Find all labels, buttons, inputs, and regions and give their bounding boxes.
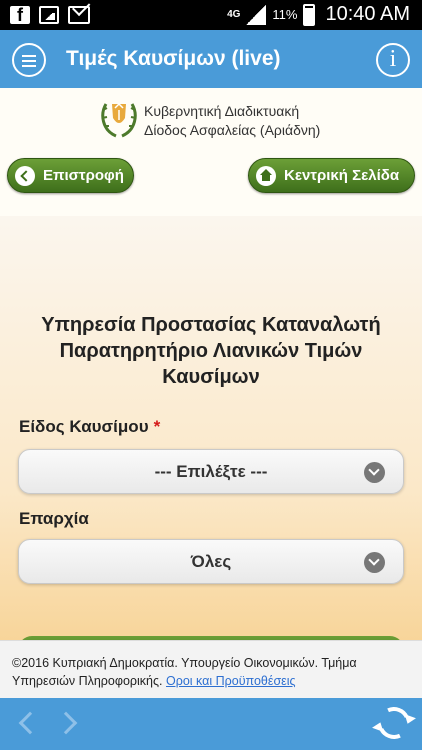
forward-arrow-icon[interactable] [54, 711, 78, 735]
fuel-type-select-value: --- Επιλέξτε --- [154, 461, 268, 481]
main-content: Υπηρεσία Προστασίας Καταναλωτή Παρατηρητ… [0, 216, 422, 656]
required-marker: * [153, 417, 161, 436]
logo-text-line2: Δίοδος Ασφαλείας (Αριάδνη) [144, 122, 321, 138]
terms-link[interactable]: Οροι και Προϋποθέσεις [166, 674, 296, 688]
footer: ©2016 Κυπριακή Δημοκρατία. Υπουργείο Οικ… [0, 640, 422, 698]
title-line3: Καυσίμων [162, 366, 260, 388]
mail-icon [68, 6, 90, 24]
home-icon [256, 165, 276, 186]
network-type: 4G [227, 8, 241, 20]
chevron-down-icon [364, 462, 385, 483]
page-header: Κυβερνητική Διαδικτυακή Δίοδος Ασφαλείας… [0, 88, 422, 216]
home-button-label: Κεντρική Σελίδα [284, 167, 400, 184]
facebook-icon [10, 5, 30, 26]
fuel-type-label-text: Είδος Καυσίμου [19, 417, 149, 436]
signal-icon [246, 4, 267, 25]
battery-percent: 11% [272, 7, 298, 22]
battery-icon [303, 3, 316, 26]
chevron-down-icon [364, 552, 385, 573]
page-title: Υπηρεσία Προστασίας Καταναλωτή Παρατηρητ… [10, 312, 412, 390]
app-title: Τιμές Καυσίμων (live) [66, 47, 281, 70]
back-arrow-icon[interactable] [18, 711, 42, 735]
app-bar: Τιμές Καυσίμων (live) i [0, 30, 422, 88]
district-label: Επαρχία [19, 509, 89, 528]
system-status: 4G 11% 10:40 AM [227, 3, 410, 26]
home-button[interactable]: Κεντρική Σελίδα [248, 158, 415, 193]
district-select-value: Όλες [190, 551, 232, 571]
fuel-type-select[interactable]: --- Επιλέξτε --- [18, 449, 404, 494]
back-button-label: Επιστροφή [43, 167, 124, 184]
cyprus-emblem-icon [101, 102, 137, 138]
status-bar: 4G 11% 10:40 AM [0, 0, 422, 30]
bottom-nav-bar [0, 698, 422, 750]
hamburger-menu-icon[interactable] [12, 43, 46, 77]
title-line1: Υπηρεσία Προστασίας Καταναλωτή [41, 314, 381, 336]
clock: 10:40 AM [325, 3, 410, 25]
back-button[interactable]: Επιστροφή [7, 158, 134, 193]
logo-text-line1: Κυβερνητική Διαδικτυακή [144, 103, 300, 119]
title-line2: Παρατηρητήριο Λιανικών Τιμών [59, 340, 363, 362]
chevron-left-icon [15, 165, 35, 186]
fuel-type-label: Είδος Καυσίμου * [19, 417, 160, 437]
refresh-icon[interactable] [373, 702, 415, 744]
notification-icons [10, 5, 90, 26]
district-select[interactable]: Όλες [18, 539, 404, 584]
info-icon[interactable]: i [376, 43, 410, 77]
gallery-icon [39, 6, 59, 24]
